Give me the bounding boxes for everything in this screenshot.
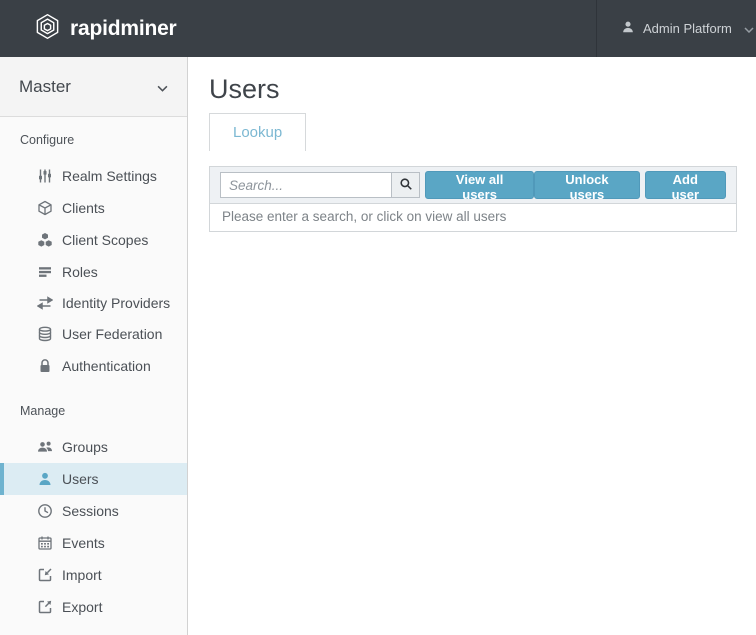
- unlock-users-button[interactable]: Unlock users: [534, 171, 639, 199]
- sidebar-item-export[interactable]: Export: [0, 591, 187, 623]
- realm-name: Master: [19, 77, 71, 97]
- chevron-down-icon: [157, 77, 168, 97]
- sidebar-item-user-federation[interactable]: User Federation: [0, 318, 187, 350]
- sidebar-item-label: Sessions: [62, 503, 119, 519]
- person-icon: [621, 20, 635, 37]
- users-lookup-panel: View all users Unlock users Add user Ple…: [209, 166, 737, 232]
- sidebar-item-label: Authentication: [62, 358, 151, 374]
- section-label-manage: Manage: [0, 402, 187, 420]
- sidebar-item-label: Roles: [62, 264, 98, 280]
- sidebar-item-clients[interactable]: Clients: [0, 192, 187, 224]
- sliders-icon: [37, 168, 53, 184]
- sidebar-item-label: Identity Providers: [62, 295, 170, 311]
- sidebar-item-label: Import: [62, 567, 102, 583]
- sidebar-item-client-scopes[interactable]: Client Scopes: [0, 224, 187, 256]
- rapidminer-logo-icon: [34, 13, 61, 45]
- clock-icon: [37, 503, 53, 519]
- sidebar-item-users[interactable]: Users: [0, 463, 187, 495]
- import-icon: [37, 567, 53, 583]
- sidebar-item-label: Realm Settings: [62, 168, 157, 184]
- sidebar-item-sessions[interactable]: Sessions: [0, 495, 187, 527]
- tab-lookup[interactable]: Lookup: [209, 113, 306, 151]
- add-user-button[interactable]: Add user: [645, 171, 726, 199]
- sidebar-item-events[interactable]: Events: [0, 527, 187, 559]
- database-icon: [37, 326, 53, 342]
- view-all-users-button[interactable]: View all users: [425, 171, 534, 199]
- user-menu[interactable]: Admin Platform: [596, 0, 756, 57]
- list-icon: [37, 264, 53, 280]
- sidebar-item-label: Clients: [62, 200, 105, 216]
- sidebar-item-label: Groups: [62, 439, 108, 455]
- sidebar-item-import[interactable]: Import: [0, 559, 187, 591]
- search-toolbar: View all users Unlock users Add user: [210, 167, 736, 203]
- user-menu-label: Admin Platform: [643, 21, 732, 36]
- page-title: Users: [209, 73, 756, 105]
- sidebar-item-roles[interactable]: Roles: [0, 256, 187, 288]
- cube-icon: [37, 200, 53, 216]
- section-label-configure: Configure: [0, 131, 187, 149]
- sidebar-item-label: Users: [62, 471, 99, 487]
- search-button[interactable]: [392, 172, 420, 198]
- brand-logo: rapidminer: [34, 13, 177, 45]
- sidebar: Master Configure Realm Settings Clients: [0, 57, 188, 635]
- empty-message: Please enter a search, or click on view …: [210, 203, 736, 231]
- sidebar-item-label: Export: [62, 599, 102, 615]
- chevron-down-icon: [744, 21, 754, 36]
- user-icon: [37, 471, 53, 487]
- lock-icon: [37, 358, 53, 374]
- main-content: Users Lookup View all users Unlock users…: [189, 57, 756, 635]
- realm-selector[interactable]: Master: [0, 57, 187, 117]
- sidebar-item-realm-settings[interactable]: Realm Settings: [0, 160, 187, 192]
- sidebar-item-identity-providers[interactable]: Identity Providers: [0, 288, 187, 318]
- app-window: rapidminer Admin Platform Master Configu…: [0, 0, 756, 635]
- export-icon: [37, 599, 53, 615]
- search-icon: [399, 177, 413, 194]
- top-header: rapidminer Admin Platform: [0, 0, 756, 57]
- sidebar-item-label: Events: [62, 535, 105, 551]
- sidebar-item-groups[interactable]: Groups: [0, 431, 187, 463]
- exchange-arrows-icon: [37, 295, 53, 311]
- sidebar-item-authentication[interactable]: Authentication: [0, 350, 187, 382]
- sidebar-item-label: Client Scopes: [62, 232, 148, 248]
- group-icon: [37, 439, 53, 455]
- calendar-icon: [37, 535, 53, 551]
- search-input[interactable]: [220, 172, 392, 198]
- cubes-icon: [37, 232, 53, 248]
- sidebar-nav: Configure Realm Settings Clients Client …: [0, 117, 187, 623]
- sidebar-item-label: User Federation: [62, 326, 162, 342]
- brand-name: rapidminer: [70, 17, 177, 41]
- search-group: [220, 172, 420, 198]
